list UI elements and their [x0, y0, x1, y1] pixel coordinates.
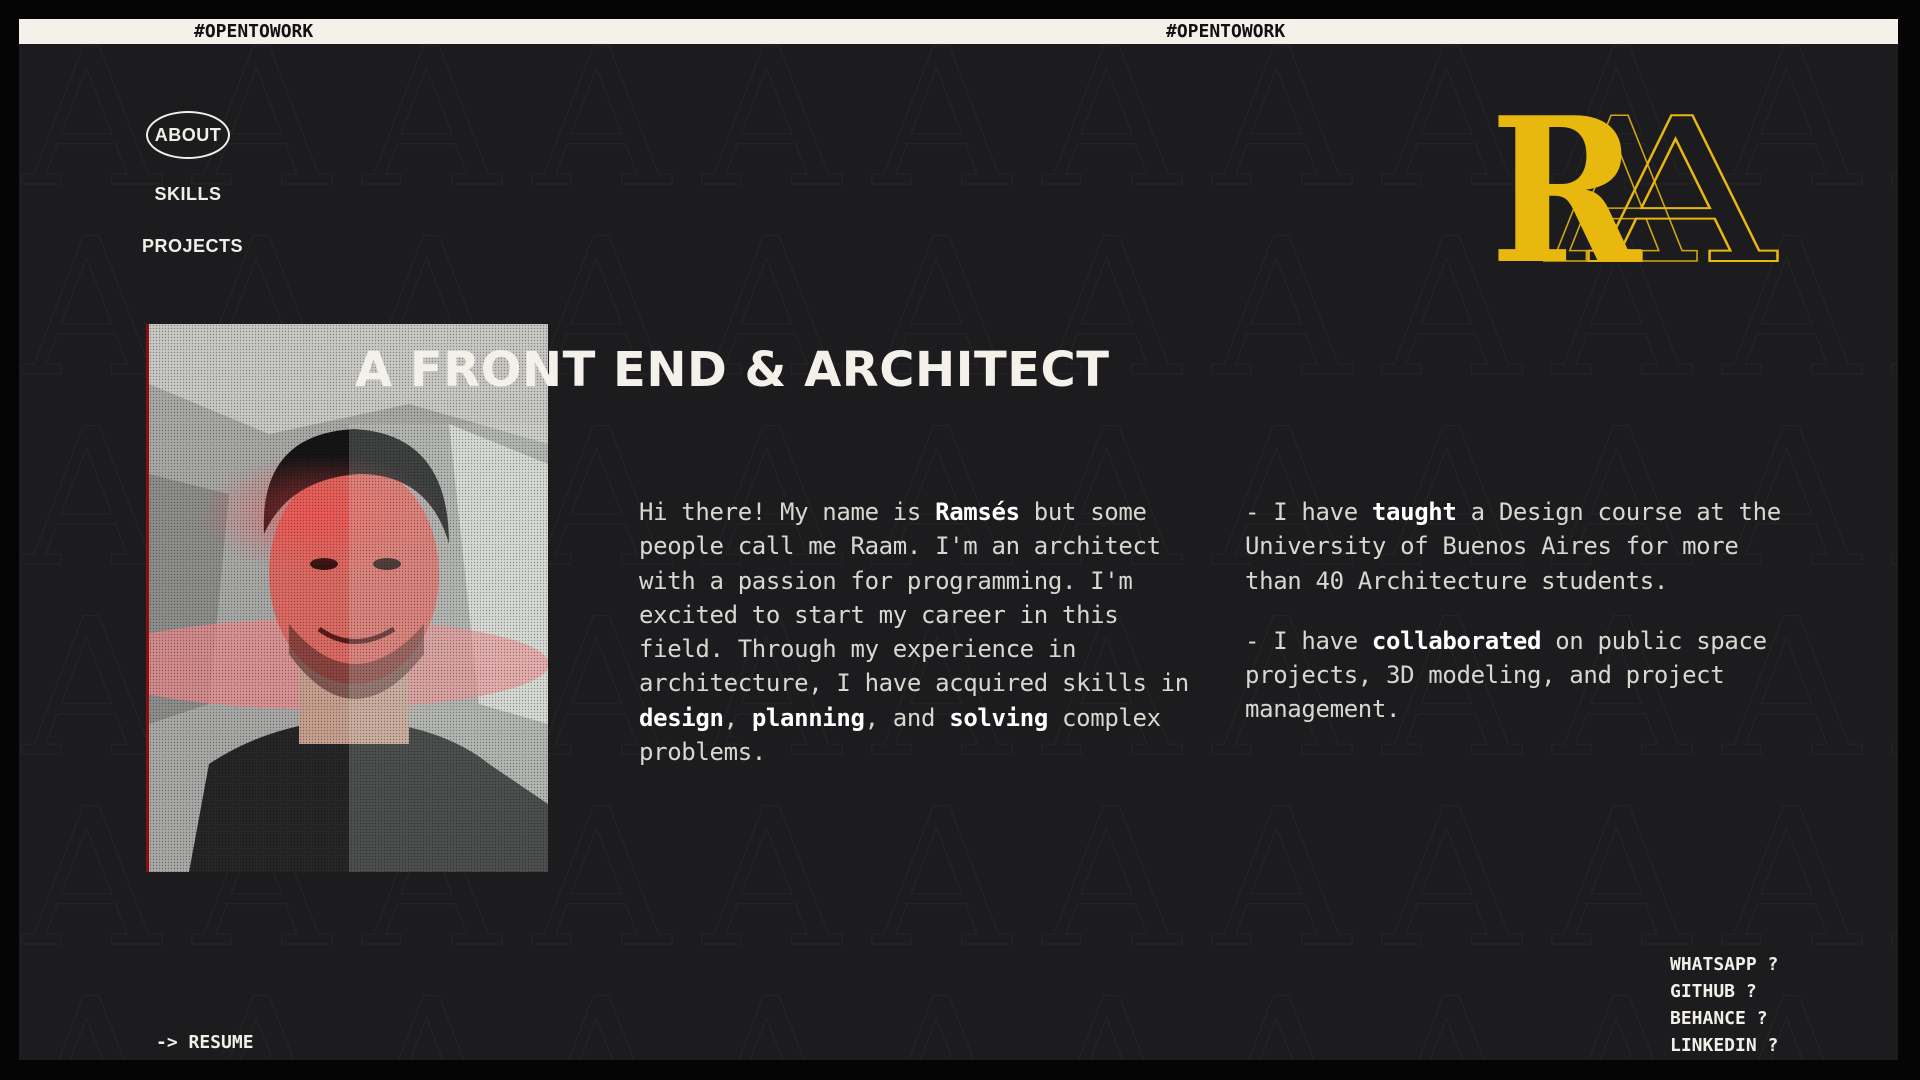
- nav-about[interactable]: ABOUT: [146, 111, 230, 159]
- behance-link[interactable]: BEHANCE ?: [1670, 1005, 1778, 1032]
- facts-column: - I have taught a Design course at the U…: [1245, 495, 1805, 753]
- bio-text: ,: [723, 703, 752, 732]
- nav-skills[interactable]: SKILLS: [154, 182, 222, 206]
- bio-text: , and: [864, 703, 950, 732]
- open-to-work-ticker: #OPENTOWORK #OPENTOWORK: [19, 19, 1898, 44]
- fact-keyword: taught: [1371, 498, 1457, 526]
- linkedin-link[interactable]: LINKEDIN ?: [1670, 1032, 1778, 1059]
- ticker-text: #OPENTOWORK: [1166, 21, 1286, 42]
- ticker-text: #OPENTOWORK: [194, 21, 314, 42]
- svg-text:A: A: [1543, 101, 1698, 271]
- bio-text: Hi there! My name is: [639, 498, 936, 526]
- skill-planning: planning: [751, 703, 865, 732]
- ra-logo[interactable]: R A A: [1490, 101, 1780, 271]
- skill-solving: solving: [949, 703, 1048, 732]
- resume-link[interactable]: -> RESUME: [156, 1031, 254, 1055]
- skill-design: design: [639, 703, 724, 732]
- bio-name: Ramsés: [935, 498, 1020, 526]
- bio-text: but some people call me Raam. I'm an arc…: [639, 498, 1189, 698]
- profile-photo: [149, 324, 548, 872]
- fact-collaboration: - I have collaborated on public space pr…: [1245, 624, 1805, 727]
- social-links: WHATSAPP ? GITHUB ? BEHANCE ? LINKEDIN ?: [1670, 951, 1778, 1059]
- nav-projects[interactable]: PROJECTS: [142, 234, 243, 258]
- fact-text: - I have: [1245, 626, 1372, 655]
- fact-text: - I have: [1245, 498, 1372, 526]
- whatsapp-link[interactable]: WHATSAPP ?: [1670, 951, 1778, 978]
- github-link[interactable]: GITHUB ?: [1670, 978, 1778, 1005]
- page-frame: A #OPENTOWORK #OPENTOWORK ABOUT SKILLS P…: [19, 19, 1898, 1060]
- bio-paragraph: Hi there! My name is Ramsés but some peo…: [639, 495, 1199, 769]
- fact-keyword: collaborated: [1371, 626, 1542, 655]
- fact-teaching: - I have taught a Design course at the U…: [1245, 495, 1805, 598]
- page-headline: A FRONT END & ARCHITECT: [355, 342, 1110, 398]
